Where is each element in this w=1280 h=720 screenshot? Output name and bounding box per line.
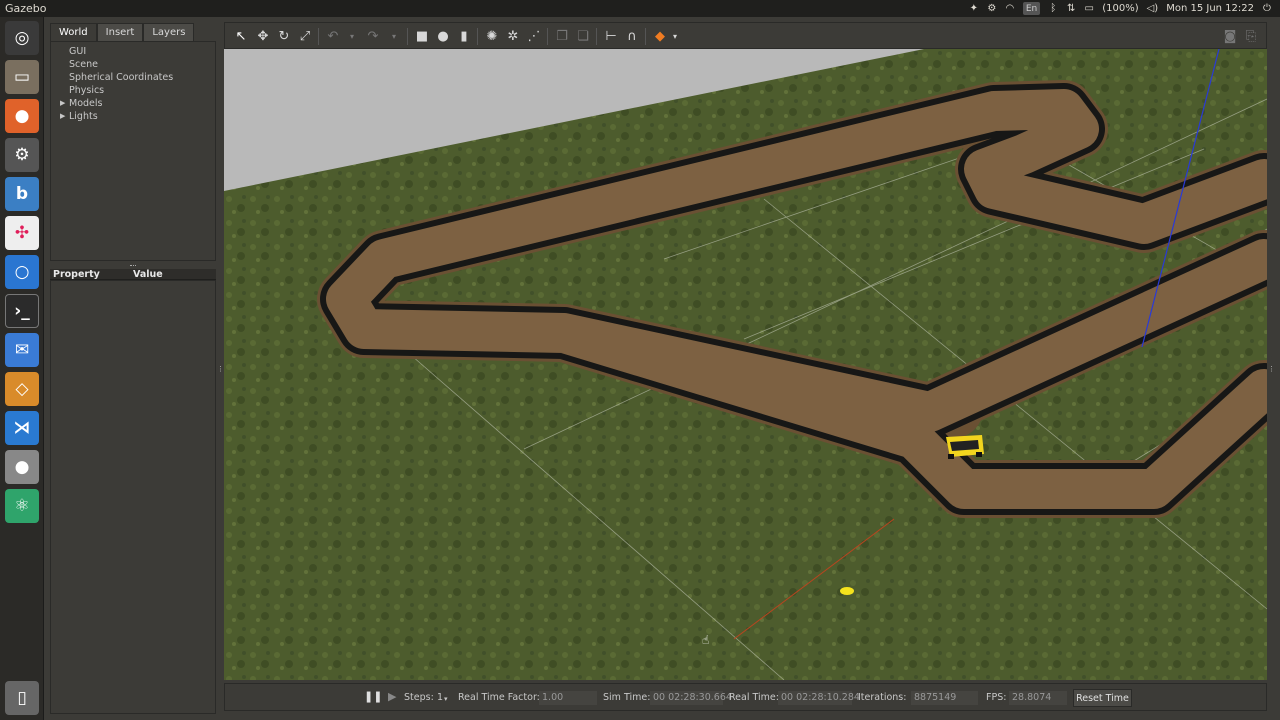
- sim-time-label: Sim Time:: [603, 692, 651, 703]
- disk-icon[interactable]: ●: [5, 450, 39, 484]
- scene-render[interactable]: ☝: [224, 49, 1267, 680]
- property-area: [50, 280, 216, 714]
- dropbox-icon[interactable]: ✦: [969, 2, 979, 15]
- left-panel-handle[interactable]: ⋮: [217, 365, 224, 373]
- signal-icon[interactable]: ○: [5, 255, 39, 289]
- redo-dropdown-icon[interactable]: ▾: [385, 27, 403, 45]
- battery-percent: (100%): [1102, 3, 1139, 14]
- rtf-label: Real Time Factor:: [458, 692, 540, 703]
- steps-value[interactable]: 1: [437, 692, 443, 703]
- iterations-label: Iterations:: [858, 692, 907, 703]
- ubuntu-dash-icon[interactable]: ◎: [5, 21, 39, 55]
- sphere-shape-icon[interactable]: ●: [434, 27, 452, 45]
- battery-icon[interactable]: ▭: [1084, 2, 1094, 15]
- files-icon[interactable]: ▭: [5, 60, 39, 94]
- robot-model[interactable]: [946, 435, 984, 459]
- view-dropdown-icon[interactable]: ▾: [666, 27, 684, 45]
- panel-tabs: World Insert Layers: [50, 23, 195, 41]
- system-tray: ✦ ⚙ ◠ En ᛒ ⇅ ▭ (100%) ◁) Mon 15 Jun 12:2…: [969, 1, 1272, 16]
- network-status-icon[interactable]: ⚙: [987, 2, 997, 15]
- snap-icon[interactable]: ∩: [623, 27, 641, 45]
- log-icon[interactable]: ⎘: [1242, 27, 1260, 45]
- firefox-icon[interactable]: ●: [5, 99, 39, 133]
- ide-icon[interactable]: b: [5, 177, 39, 211]
- tree-item-scene[interactable]: Scene: [69, 59, 98, 70]
- hand-cursor-icon: ☝: [702, 633, 709, 647]
- fps-value: 28.8074: [1009, 691, 1067, 705]
- real-time-label: Real Time:: [729, 692, 779, 703]
- 3d-viewport[interactable]: ☝: [224, 49, 1267, 680]
- property-header: Property Value: [50, 269, 216, 280]
- network-transfer-icon[interactable]: ⇅: [1066, 2, 1076, 15]
- point-light-icon[interactable]: ✺: [483, 27, 501, 45]
- terminal-icon[interactable]: ›_: [5, 294, 39, 328]
- steps-label: Steps:: [404, 692, 434, 703]
- copy-icon[interactable]: ❐: [553, 27, 571, 45]
- clock[interactable]: Mon 15 Jun 12:22: [1166, 2, 1254, 15]
- sim-time-value: 00 02:28:30.664: [650, 691, 732, 705]
- waypoint-marker: [840, 587, 854, 595]
- real-time-value: 00 02:28:10.284: [778, 691, 860, 705]
- paste-icon[interactable]: ❏: [574, 27, 592, 45]
- value-column-header: Value: [133, 269, 163, 280]
- volume-icon[interactable]: ◁): [1147, 2, 1159, 15]
- pause-icon[interactable]: ❚❚: [364, 690, 382, 703]
- keyboard-language-indicator[interactable]: En: [1022, 2, 1041, 15]
- atom-icon[interactable]: ⚛: [5, 489, 39, 523]
- world-tree: GUI Scene Spherical Coordinates Physics …: [50, 41, 216, 261]
- launcher: ◎ ▭ ● ⚙ b ✣ ○ ›_ ✉ ◇ ⋊ ● ⚛ ▯: [0, 17, 44, 720]
- rotate-mode-icon[interactable]: ↻: [275, 27, 293, 45]
- trash-icon[interactable]: ▯: [5, 681, 39, 715]
- cylinder-shape-icon[interactable]: ▮: [455, 27, 473, 45]
- step-icon[interactable]: ▶: [388, 690, 396, 703]
- tree-item-physics[interactable]: Physics: [69, 85, 104, 96]
- left-panel: World Insert Layers GUI Scene Spherical …: [44, 17, 220, 720]
- wifi-icon[interactable]: ◠: [1005, 2, 1015, 15]
- box-shape-icon[interactable]: ■: [413, 27, 431, 45]
- tab-layers[interactable]: Layers: [143, 23, 195, 41]
- power-icon[interactable]: ⏻: [1262, 2, 1272, 15]
- gazebo-icon[interactable]: ◇: [5, 372, 39, 406]
- iterations-value: 8875149: [911, 691, 978, 705]
- undo-dropdown-icon[interactable]: ▾: [343, 27, 361, 45]
- top-panel: Gazebo ✦ ⚙ ◠ En ᛒ ⇅ ▭ (100%) ◁) Mon 15 J…: [0, 0, 1280, 17]
- fps-label: FPS:: [986, 692, 1007, 703]
- tab-insert[interactable]: Insert: [96, 23, 144, 41]
- translate-mode-icon[interactable]: ✥: [254, 27, 272, 45]
- mail-icon[interactable]: ✉: [5, 333, 39, 367]
- right-panel-handle[interactable]: ⋮: [1268, 365, 1275, 373]
- vscode-icon[interactable]: ⋊: [5, 411, 39, 445]
- screenshot-icon[interactable]: ◙: [1221, 27, 1239, 45]
- app-title: Gazebo: [5, 2, 47, 15]
- expand-arrow-icon[interactable]: ▶: [60, 99, 65, 107]
- slack-icon[interactable]: ✣: [5, 216, 39, 250]
- select-mode-icon[interactable]: ↖: [232, 27, 250, 45]
- align-icon[interactable]: ⊢: [602, 27, 620, 45]
- directional-light-icon[interactable]: ⋰: [525, 27, 543, 45]
- scale-mode-icon[interactable]: ⤢: [296, 27, 314, 45]
- settings-icon[interactable]: ⚙: [5, 138, 39, 172]
- spot-light-icon[interactable]: ✲: [504, 27, 522, 45]
- tree-item-gui[interactable]: GUI: [69, 46, 86, 57]
- expand-arrow-icon[interactable]: ▶: [60, 112, 65, 120]
- bluetooth-icon[interactable]: ᛒ: [1048, 2, 1058, 15]
- toolbar: ↖ ✥ ↻ ⤢ ↶ ▾ ↷ ▾ ■ ● ▮ ✺ ✲ ⋰ ❐ ❏ ⊢ ∩ ◆ ▾ …: [224, 22, 1267, 49]
- undo-icon[interactable]: ↶: [324, 27, 342, 45]
- steps-dropdown-icon[interactable]: ▾: [444, 695, 448, 703]
- tree-item-models[interactable]: Models: [69, 98, 102, 109]
- bottom-bar: ❚❚ ▶ Steps: 1 ▾ Real Time Factor: 1.00 S…: [224, 683, 1267, 711]
- tree-item-lights[interactable]: Lights: [69, 111, 98, 122]
- tab-world[interactable]: World: [50, 23, 97, 41]
- redo-icon[interactable]: ↷: [364, 27, 382, 45]
- reset-time-button[interactable]: Reset Time: [1073, 689, 1132, 707]
- property-column-header: Property: [53, 269, 100, 280]
- rtf-value: 1.00: [539, 691, 597, 705]
- tree-item-spherical-coordinates[interactable]: Spherical Coordinates: [69, 72, 173, 83]
